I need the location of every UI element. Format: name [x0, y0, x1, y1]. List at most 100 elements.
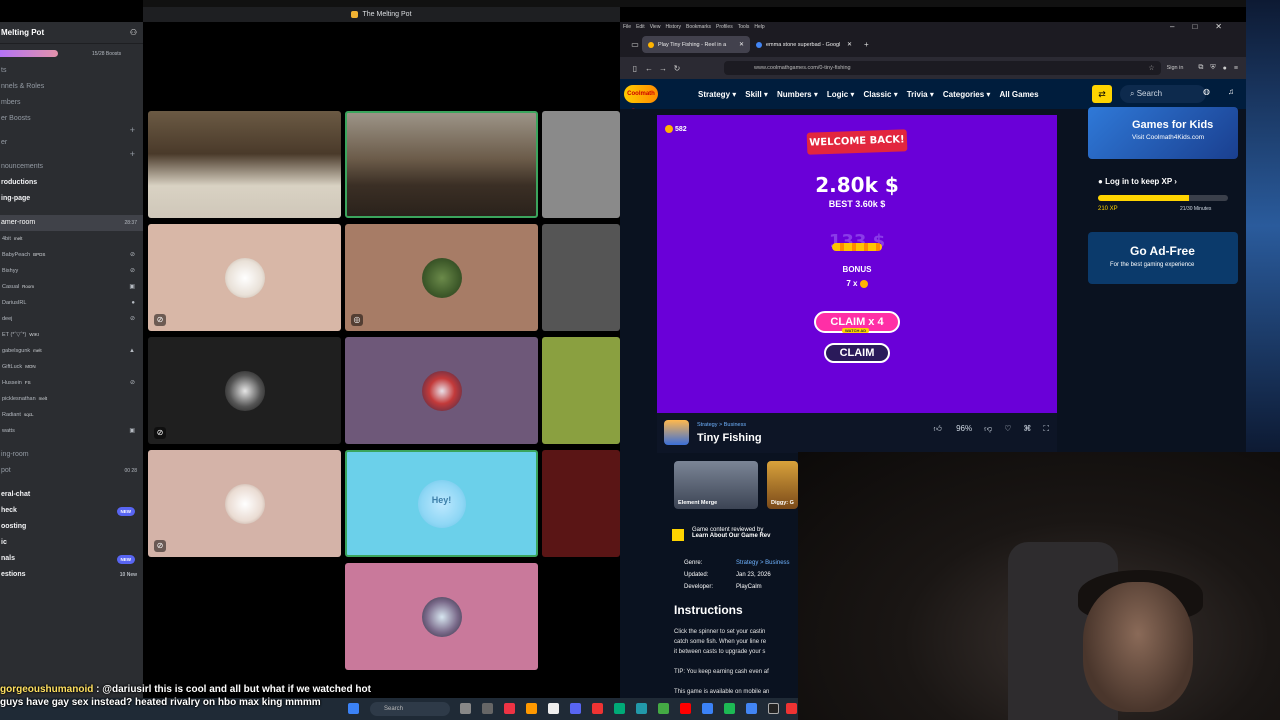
video-tile-avatar[interactable]	[345, 563, 538, 670]
channel-item[interactable]: heck NEW	[0, 503, 143, 519]
nav-item[interactable]: Trivia ▾	[907, 90, 934, 99]
window-controls[interactable]: –□✕	[1170, 22, 1240, 31]
video-tile-partial[interactable]	[542, 450, 620, 557]
server-header[interactable]: Melting Pot ⚇	[0, 22, 143, 44]
menu-history[interactable]: History	[665, 24, 681, 30]
app-icon[interactable]	[592, 703, 603, 714]
related-game-card[interactable]: Diggy: G	[767, 461, 798, 509]
app-icon[interactable]	[768, 703, 779, 714]
address-bar[interactable]: www.coolmathgames.com/0-tiny-fishing ☆	[724, 61, 1161, 75]
channel-item[interactable]: estions 10 New	[0, 567, 143, 583]
voice-user[interactable]: Casual Room ▣	[0, 279, 143, 295]
menu-help[interactable]: Help	[754, 24, 764, 30]
discord-icon[interactable]	[570, 703, 581, 714]
coolmath-search[interactable]: ⌕ Search	[1120, 85, 1206, 103]
channel-er[interactable]: er	[0, 135, 143, 151]
voice-user[interactable]: picklesnathan melt	[0, 391, 143, 407]
meta-value[interactable]: Strategy > Business	[736, 557, 790, 569]
tab-tiny-fishing[interactable]: Play Tiny Fishing - Reel in a ✕	[642, 36, 750, 53]
nav-item[interactable]: Logic ▾	[827, 90, 855, 99]
menu-edit[interactable]: Edit	[636, 24, 645, 30]
youtube-icon[interactable]	[680, 703, 691, 714]
add-channel-icon[interactable]: +	[130, 149, 135, 159]
app-icon[interactable]	[658, 703, 669, 714]
menu-bookmarks[interactable]: Bookmarks	[686, 24, 711, 30]
voice-user[interactable]: Radiant sqcL	[0, 407, 143, 423]
app-icon[interactable]	[636, 703, 647, 714]
channel-introductions[interactable]: roductions	[0, 175, 143, 191]
video-tile-partial[interactable]	[542, 224, 620, 331]
like-button[interactable]: 👍︎ 96%	[933, 424, 972, 434]
channel-item[interactable]: eral-chat	[0, 487, 143, 503]
voice-user[interactable]: watts ▣	[0, 423, 143, 439]
channel-item[interactable]: ing-room	[0, 447, 143, 463]
voice-user[interactable]: 4bit melt	[0, 231, 143, 247]
coolmath-logo[interactable]: Coolmath Games	[624, 85, 658, 115]
notification-bell-icon[interactable]: ♫	[1228, 87, 1234, 96]
game-canvas[interactable]: 582 WELCOME BACK! 2.80k $ BEST 3.60k $ 1…	[657, 115, 1057, 413]
voice-user[interactable]: BabyPeach BPDS ⊘	[0, 247, 143, 263]
channel-roles[interactable]: nnels & Roles	[0, 79, 143, 95]
reviewed-link[interactable]: Learn About Our Game Rev	[692, 533, 770, 539]
go-ad-free-card[interactable]: Go Ad-Free For the best gaming experienc…	[1088, 232, 1238, 284]
nav-item[interactable]: All Games	[999, 90, 1038, 99]
channel-landing-page[interactable]: ing-page	[0, 191, 143, 207]
nav-item[interactable]: Skill ▾	[745, 90, 768, 99]
menu-icon[interactable]: ≡	[1234, 65, 1238, 72]
random-game-shuffle-icon[interactable]: ⇄	[1092, 85, 1112, 103]
game-category-link[interactable]: Strategy > Business	[697, 422, 746, 428]
channel-events[interactable]: ts	[0, 63, 143, 79]
language-globe-icon[interactable]: ◍	[1203, 87, 1210, 96]
video-tile-avatar[interactable]: ◎	[345, 224, 538, 331]
extensions-icon[interactable]: ⧉	[1198, 64, 1203, 72]
dislike-icon[interactable]: 👎︎	[984, 424, 992, 434]
menu-tools[interactable]: Tools	[738, 24, 750, 30]
chrome-icon[interactable]	[746, 703, 757, 714]
nav-item[interactable]: Categories ▾	[943, 90, 991, 99]
voice-user[interactable]: ET (*ˆ▽ˆ*) WIKI	[0, 327, 143, 343]
related-game-card[interactable]: Element Merge	[674, 461, 758, 509]
video-tile-webcam-1[interactable]	[148, 111, 341, 218]
app-icon[interactable]	[504, 703, 515, 714]
games-for-kids-card[interactable]: Games for Kids Visit Coolmath4Kids.com	[1088, 107, 1238, 159]
add-channel-icon[interactable]: +	[130, 125, 135, 135]
menu-profiles[interactable]: Profiles	[716, 24, 733, 30]
channel-item[interactable]: ic	[0, 535, 143, 551]
close-tab-icon[interactable]: ✕	[739, 41, 744, 48]
voice-user[interactable]: Hussein FS ⊘	[0, 375, 143, 391]
video-tile-avatar[interactable]: ⊘	[148, 224, 341, 331]
favorite-heart-icon[interactable]: ♡	[1004, 424, 1011, 434]
add-member-icon[interactable]: ⚇	[130, 28, 137, 37]
voice-user[interactable]: Bishyy ⊘	[0, 263, 143, 279]
edge-icon[interactable]	[614, 703, 625, 714]
claim-x4-button[interactable]: CLAIM x 4 WATCH AD	[814, 311, 900, 333]
channel-item[interactable]: oosting	[0, 519, 143, 535]
sign-in-button[interactable]: Sign in	[1167, 65, 1184, 71]
reload-icon[interactable]: ↻	[670, 64, 684, 73]
voice-user[interactable]: DariusIRL ●	[0, 295, 143, 311]
channel-members[interactable]: mbers	[0, 95, 143, 111]
close-tab-icon[interactable]: ✕	[847, 41, 852, 48]
shield-icon[interactable]: ⛨	[1210, 64, 1215, 72]
channel-announcements[interactable]: nouncements	[0, 159, 143, 175]
adblock-icon[interactable]: ●	[1223, 65, 1227, 72]
voice-user[interactable]: GiftLuck MON	[0, 359, 143, 375]
app-icon[interactable]	[786, 703, 797, 714]
voice-user[interactable]: deej ⊘	[0, 311, 143, 327]
menu-view[interactable]: View	[650, 24, 661, 30]
channel-boosts[interactable]: er Boosts	[0, 111, 143, 127]
tab-google-search[interactable]: emma stone superbad - Googl ✕	[750, 36, 858, 53]
save-icon[interactable]: ⌘	[1023, 424, 1031, 434]
video-tile-avatar[interactable]: ⊘	[148, 337, 341, 444]
voice-user[interactable]: gabelsgunk melt ▲	[0, 343, 143, 359]
video-tile-speaking[interactable]: Hey!	[345, 450, 538, 557]
app-icon[interactable]	[548, 703, 559, 714]
video-tile-webcam-2[interactable]	[345, 111, 538, 218]
app-icon[interactable]	[724, 703, 735, 714]
claim-button[interactable]: CLAIM	[824, 343, 890, 363]
voice-channel-gamer-room[interactable]: amer-room 28:37	[0, 215, 143, 231]
nav-item[interactable]: Classic ▾	[863, 90, 897, 99]
forward-icon[interactable]: →	[656, 64, 670, 73]
tab-overview-icon[interactable]: ▭	[628, 40, 642, 49]
app-icon[interactable]	[526, 703, 537, 714]
